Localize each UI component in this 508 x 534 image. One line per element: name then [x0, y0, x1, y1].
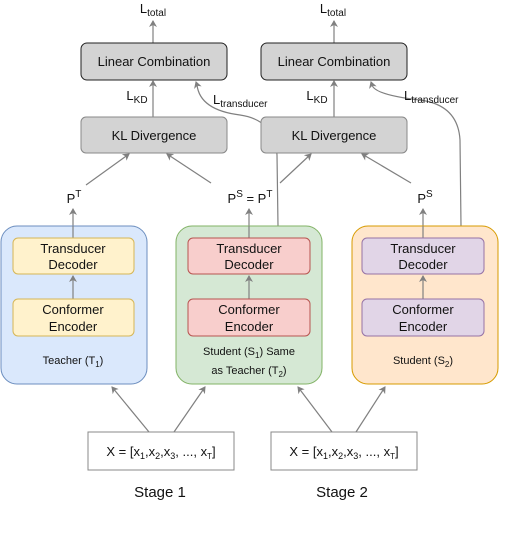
stage2-linear-combination-label: Linear Combination	[278, 54, 391, 69]
stage1-label: Stage 1	[134, 484, 186, 501]
student1-decoder-label: Transducer	[216, 241, 282, 256]
stage2-kl-divergence-label: KL Divergence	[292, 128, 377, 143]
teacher-decoder-label: Transducer	[40, 241, 106, 256]
stage1-input-sequence: X = [x1,x2,x3, ..., xT]	[106, 444, 215, 461]
stage1-linear-combination-label: Linear Combination	[98, 54, 211, 69]
student1-caption: Student (S1) Same	[203, 346, 295, 360]
stage2-label: Stage 2	[316, 484, 368, 501]
stage2-input-sequence: X = [x1,x2,x3, ..., xT]	[289, 444, 398, 461]
teacher-caption: Teacher (T1)	[43, 355, 104, 369]
student2-decoder-label: Transducer	[390, 241, 456, 256]
student2-encoder-label-2: Encoder	[399, 319, 448, 334]
teacher-encoder-label: Conformer	[42, 302, 104, 317]
stage1-loss-kd: LKD	[126, 88, 147, 106]
student2-caption: Student (S2)	[393, 355, 453, 369]
stage2-loss-total: Ltotal	[320, 1, 346, 19]
student1-caption-2: as Teacher (T2)	[211, 365, 286, 379]
stage1-input: X = [x1,x2,x3, ..., xT]	[87, 431, 235, 471]
teacher-model: Transducer Decoder Conformer Encoder Tea…	[0, 225, 148, 385]
stage2-loss-transducer: Ltransducer	[404, 88, 459, 106]
stage2-loss-kd: LKD	[306, 88, 327, 106]
student1-output-prob: PS = PT	[228, 189, 273, 206]
student1-decoder-label-2: Decoder	[224, 257, 274, 272]
stage1-loss-total: Ltotal	[140, 1, 166, 19]
student2-decoder-label-2: Decoder	[398, 257, 448, 272]
stage1-kl-divergence-label: KL Divergence	[112, 128, 197, 143]
student1-model: Transducer Decoder Conformer Encoder Stu…	[175, 225, 323, 385]
student2-model: Transducer Decoder Conformer Encoder Stu…	[351, 225, 499, 385]
student1-encoder-label: Conformer	[218, 302, 280, 317]
distillation-diagram: Ltotal Linear Combination LKD KL Diverge…	[0, 1, 499, 501]
teacher-encoder-label-2: Encoder	[49, 319, 98, 334]
teacher-decoder-label-2: Decoder	[48, 257, 98, 272]
student2-encoder-label: Conformer	[392, 302, 454, 317]
stage2-input: X = [x1,x2,x3, ..., xT]	[270, 431, 418, 471]
student2-output-prob: PS	[417, 189, 433, 206]
stage1-loss-transducer: Ltransducer	[213, 92, 268, 110]
teacher-output-prob: PT	[67, 189, 82, 206]
student1-encoder-label-2: Encoder	[225, 319, 274, 334]
